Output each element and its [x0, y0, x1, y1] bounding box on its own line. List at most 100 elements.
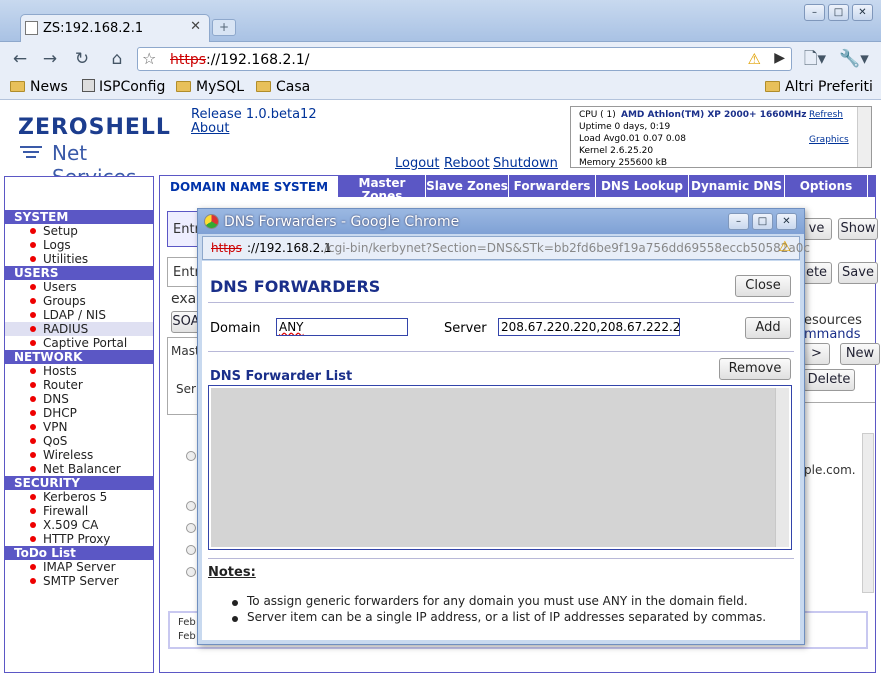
tab-master-zones[interactable]: Master Zones: [339, 175, 426, 197]
sidebar-item-firewall[interactable]: Firewall: [43, 504, 88, 518]
back-icon[interactable]: ←: [8, 48, 32, 70]
bookmark-casa[interactable]: Casa: [256, 79, 310, 95]
bullet-icon: [30, 256, 36, 262]
bg-save-button[interactable]: Save: [838, 262, 878, 284]
chrome-icon: [204, 214, 219, 229]
bg-delete-button[interactable]: ete: [802, 262, 832, 284]
popup-titlebar[interactable]: DNS Forwarders - Google Chrome – □ ✕: [198, 209, 804, 234]
domain-input[interactable]: ANY: [276, 318, 408, 336]
bookmark-label: News: [30, 79, 68, 95]
tab-dynamic-dns[interactable]: Dynamic DNS: [689, 175, 785, 197]
bg-radio[interactable]: [186, 523, 196, 533]
sidebar-item-http-proxy[interactable]: HTTP Proxy: [43, 532, 110, 546]
divider: [208, 302, 794, 303]
bg-radio[interactable]: [186, 567, 196, 577]
bg-next-button[interactable]: >: [803, 343, 830, 365]
reload-icon[interactable]: ↻: [70, 48, 94, 70]
graphics-link[interactable]: Graphics: [809, 135, 849, 145]
sidebar-item-imap-server[interactable]: IMAP Server: [43, 560, 116, 574]
bg-new-button[interactable]: New: [840, 343, 880, 365]
close-window-button[interactable]: ✕: [852, 4, 873, 21]
about-link[interactable]: About: [191, 121, 229, 136]
bookmark-news[interactable]: News: [10, 79, 68, 95]
maximize-button[interactable]: □: [828, 4, 849, 21]
reboot-link[interactable]: Reboot: [444, 156, 490, 171]
sidebar-item-radius[interactable]: RADIUS: [43, 322, 88, 336]
kernel-text: Kernel 2.6.25.20: [579, 146, 654, 156]
sidebar-item-setup[interactable]: Setup: [43, 224, 78, 238]
forward-icon[interactable]: →: [38, 48, 62, 70]
forwarder-list-area[interactable]: [211, 388, 775, 547]
shutdown-link[interactable]: Shutdown: [493, 156, 558, 171]
bg-delete-record-button[interactable]: Delete: [803, 369, 855, 391]
sidebar-item-vpn[interactable]: VPN: [43, 420, 67, 434]
sidebar-item-kerberos-5[interactable]: Kerberos 5: [43, 490, 107, 504]
sidebar-item-x-509-ca[interactable]: X.509 CA: [43, 518, 98, 532]
bg-radio[interactable]: [186, 451, 196, 461]
address-bar[interactable]: ☆ https ://192.168.2.1/ ⚠ ▶: [137, 47, 792, 71]
sysinfo-scrollbar[interactable]: [857, 107, 871, 167]
tab-slave-zones[interactable]: Slave Zones: [426, 175, 509, 197]
bg-log-date: Feb: [178, 631, 196, 642]
bullet-icon: [30, 396, 36, 402]
bookmark-star-icon[interactable]: ☆: [142, 49, 156, 68]
sidebar-item-wireless[interactable]: Wireless: [43, 448, 93, 462]
page-menu-icon[interactable]: 🗋▾: [800, 48, 830, 70]
bg-show-button[interactable]: Show: [838, 218, 878, 240]
sidebar-item-users[interactable]: Users: [43, 280, 77, 294]
new-tab-button[interactable]: +: [212, 19, 236, 36]
browser-tab[interactable]: ZS:192.168.2.1 ✕: [20, 14, 210, 42]
forwarder-list[interactable]: [208, 385, 792, 550]
go-icon[interactable]: ▶: [774, 50, 785, 66]
bg-remove-button[interactable]: ve: [802, 218, 832, 240]
sidebar-item-dhcp[interactable]: DHCP: [43, 406, 77, 420]
sidebar-item-router[interactable]: Router: [43, 378, 83, 392]
warning-icon[interactable]: ⚠: [778, 239, 791, 255]
close-button[interactable]: Close: [735, 275, 791, 297]
refresh-link[interactable]: Refresh: [809, 110, 843, 120]
wrench-menu-icon[interactable]: 🔧▾: [838, 48, 870, 70]
tab-options[interactable]: Options: [785, 175, 868, 197]
tab-close-icon[interactable]: ✕: [190, 19, 201, 34]
bg-radio[interactable]: [186, 501, 196, 511]
sidebar-item-net-balancer[interactable]: Net Balancer: [43, 462, 121, 476]
popup-maximize-button[interactable]: □: [752, 213, 773, 230]
bullet-icon: [30, 424, 36, 430]
other-bookmarks[interactable]: Altri Preferiti: [765, 79, 873, 95]
home-icon[interactable]: ⌂: [105, 48, 129, 70]
server-input[interactable]: 208.67.220.220,208.67.222.222,: [498, 318, 680, 336]
sidebar-item-logs[interactable]: Logs: [43, 238, 71, 252]
notes-title: Notes:: [208, 565, 256, 580]
sidebar-section-system: SYSTEM: [5, 210, 153, 224]
popup-url-scheme: https: [211, 241, 242, 255]
sidebar-item-dns[interactable]: DNS: [43, 392, 69, 406]
bg-radio[interactable]: [186, 545, 196, 555]
sidebar-item-utilities[interactable]: Utilities: [43, 252, 88, 266]
sidebar-item-captive-portal[interactable]: Captive Portal: [43, 336, 127, 350]
sidebar-item-hosts[interactable]: Hosts: [43, 364, 77, 378]
tab-title: ZS:192.168.2.1: [43, 21, 144, 36]
domain-input-value: ANY: [279, 320, 304, 334]
sidebar-item-qos[interactable]: QoS: [43, 434, 67, 448]
logout-link[interactable]: Logout: [395, 156, 440, 171]
tab-dns-lookup[interactable]: DNS Lookup: [596, 175, 689, 197]
sidebar-item-ldap-nis[interactable]: LDAP / NIS: [43, 308, 106, 322]
bookmark-mysql[interactable]: MySQL: [176, 79, 244, 95]
add-button[interactable]: Add: [745, 317, 791, 339]
page-icon: [25, 21, 38, 35]
bookmark-label: Casa: [276, 79, 311, 95]
system-info-box: CPU ( 1) AMD Athlon(TM) XP 2000+ 1660MHz…: [570, 106, 872, 168]
remove-button[interactable]: Remove: [719, 358, 791, 380]
tab-forwarders[interactable]: Forwarders: [509, 175, 596, 197]
popup-close-window-button[interactable]: ✕: [776, 213, 797, 230]
popup-url-bar[interactable]: https ://192.168.2.1 /cgi-bin/kerbynet?S…: [202, 236, 810, 260]
tab-domain-name-system[interactable]: DOMAIN NAME SYSTEM: [159, 175, 339, 197]
sidebar-item-smtp-server[interactable]: SMTP Server: [43, 574, 119, 588]
sidebar-item-groups[interactable]: Groups: [43, 294, 86, 308]
minimize-button[interactable]: –: [804, 4, 825, 21]
forwarder-list-scrollbar[interactable]: [775, 388, 789, 547]
warning-icon[interactable]: ⚠: [748, 50, 761, 68]
popup-minimize-button[interactable]: –: [728, 213, 749, 230]
bg-scrollbar[interactable]: [862, 433, 874, 593]
bookmark-ispconfig[interactable]: ISPConfig: [82, 79, 165, 95]
